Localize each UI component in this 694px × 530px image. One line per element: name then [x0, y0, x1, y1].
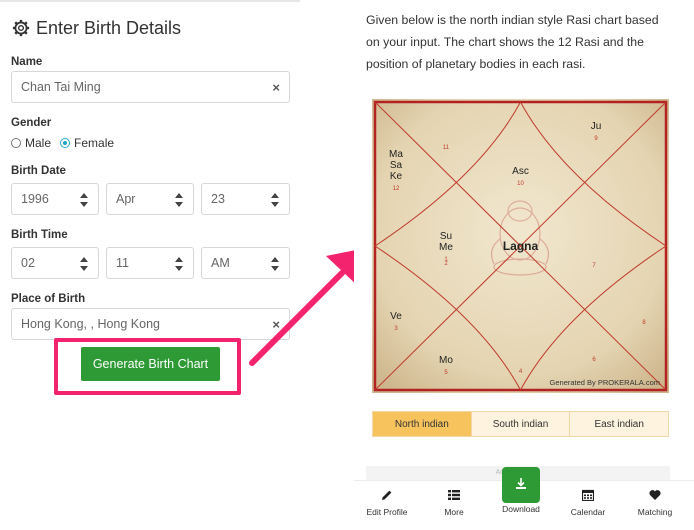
birth-minute-select[interactable]: 11: [106, 247, 194, 279]
form-title: Enter Birth Details: [36, 17, 182, 38]
gender-radio-male[interactable]: [11, 138, 21, 148]
planet-label: Ve: [390, 311, 402, 322]
rasi-chart: Asc 10 11 Ma Sa Ke 12 Su Me 1 2 Ve 3 4 Mo 5 6 7 8 Ju 9 Lagna G…: [372, 99, 669, 393]
download-icon: [516, 478, 526, 489]
rasi-number: 11: [443, 145, 450, 151]
generate-birth-chart-button[interactable]: Generate Birth Chart: [81, 347, 220, 381]
birth-hour-select[interactable]: 02: [11, 247, 99, 279]
list-icon: [448, 490, 460, 500]
birth-date-label: Birth Date: [11, 165, 66, 177]
gender-radio-female[interactable]: [60, 138, 71, 148]
download-button[interactable]: [502, 467, 540, 503]
select-arrows-icon: [271, 193, 279, 207]
gear-icon: [12, 19, 30, 37]
birth-minute-value: 11: [116, 256, 129, 270]
planet-label: Su: [440, 231, 452, 242]
nav-label: Matching: [637, 507, 673, 517]
planet-label: Me: [439, 242, 453, 253]
rasi-number: 10: [517, 181, 524, 187]
place-value: Hong Kong, , Hong Kong: [21, 317, 160, 331]
gender-radio-group: Male Female: [11, 136, 114, 150]
birth-day-select[interactable]: 23: [201, 183, 290, 215]
gender-label: Gender: [11, 117, 52, 129]
select-arrows-icon: [80, 257, 88, 271]
birth-day-value: 23: [211, 192, 225, 206]
pencil-icon: [382, 490, 392, 500]
select-arrows-icon: [80, 193, 88, 207]
birth-ampm-value: AM: [211, 256, 230, 270]
download-label: Download: [502, 504, 540, 514]
select-arrows-icon: [175, 257, 183, 271]
gender-option-male: Male: [25, 136, 52, 150]
tab-east-indian[interactable]: East indian: [569, 412, 669, 436]
top-divider: [0, 0, 300, 2]
tab-north-indian[interactable]: North indian: [373, 412, 471, 436]
birth-time-label: Birth Time: [11, 229, 68, 241]
form-header: Enter Birth Details: [12, 14, 181, 42]
heart-icon: [649, 490, 661, 500]
chart-watermark: Generated By PROKERALA.com: [550, 378, 660, 387]
name-label: Name: [11, 56, 43, 68]
chart-description: Given below is the north indian style Ra…: [366, 13, 659, 71]
tab-south-indian[interactable]: South indian: [470, 412, 570, 436]
nav-edit-profile[interactable]: Edit Profile: [355, 489, 419, 517]
planet-label: Mo: [439, 355, 453, 366]
lagna-label: Lagna: [503, 239, 539, 253]
nav-label: Edit Profile: [366, 507, 408, 517]
birth-hour-value: 02: [21, 256, 35, 270]
gender-option-female: Female: [74, 136, 115, 150]
birth-year-select[interactable]: 1996: [11, 183, 99, 215]
planet-label: Ju: [591, 121, 602, 132]
select-arrows-icon: [175, 193, 183, 207]
name-value: Chan Tai Ming: [21, 80, 101, 94]
birth-year-value: 1996: [21, 192, 49, 206]
place-label: Place of Birth: [11, 293, 86, 305]
nav-matching[interactable]: Matching: [623, 489, 687, 517]
nav-more[interactable]: More: [422, 489, 486, 517]
birth-month-select[interactable]: Apr: [106, 183, 194, 215]
planet-label: Sa: [390, 160, 403, 171]
rasi-chart-svg: Asc1011MaSaKe12SuMe12Ve34Mo5678Ju9LagnaG…: [372, 99, 669, 393]
chart-style-tabs: North indian South indian East indian: [372, 411, 669, 437]
name-input[interactable]: Chan Tai Ming ×: [11, 71, 290, 103]
nav-calendar[interactable]: Calendar: [556, 489, 620, 517]
clear-name-icon[interactable]: ×: [272, 80, 280, 95]
planet-label: Ma: [389, 149, 403, 160]
nav-label: Calendar: [570, 507, 606, 517]
planet-label: Asc: [512, 166, 529, 177]
nav-label: More: [444, 507, 464, 517]
planet-label: Ke: [390, 171, 403, 182]
rasi-number: 12: [393, 186, 400, 192]
calendar-icon: [582, 489, 594, 501]
birth-month-value: Apr: [116, 192, 136, 206]
